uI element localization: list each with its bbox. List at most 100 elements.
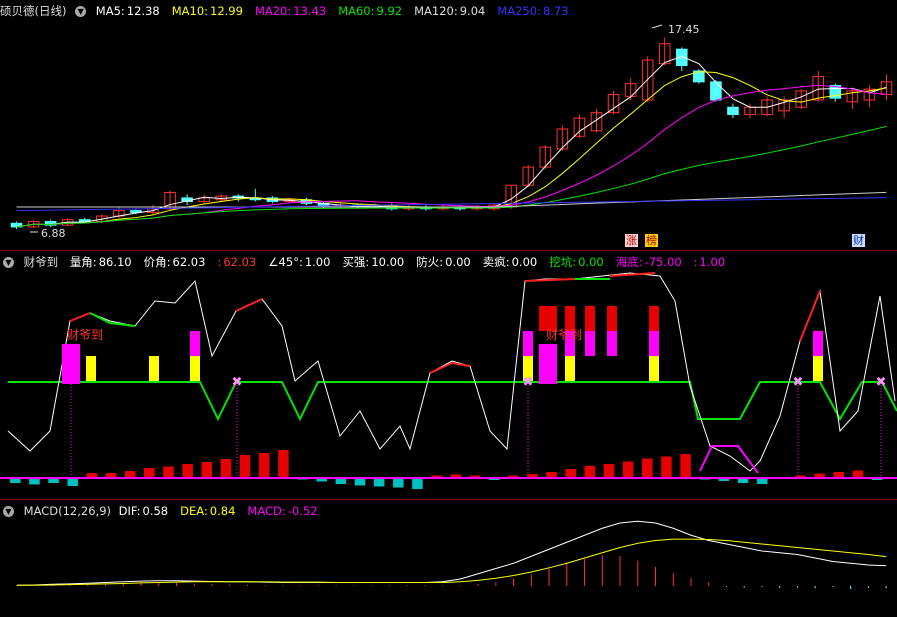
ma-line <box>16 55 887 228</box>
macd-value: -0.52 <box>287 504 318 518</box>
signal-cross-icon: ✖ <box>876 375 887 390</box>
ma-label: MA20: <box>254 4 292 18</box>
indicator-value: -75.00 <box>644 255 682 269</box>
signal-bar <box>190 331 200 356</box>
chevron-down-icon[interactable]: ▼ <box>3 506 14 517</box>
ma-value: 13.43 <box>293 4 327 18</box>
ma-label: MA5: <box>95 4 125 18</box>
macd-item: DEA: 0.84 <box>180 504 241 518</box>
indicator-item: :1.00 <box>694 255 731 269</box>
high-arrow <box>651 24 663 29</box>
oscillator-line <box>7 272 896 472</box>
signal-bar <box>62 344 80 384</box>
histogram-bar <box>642 458 653 478</box>
histogram-bar <box>603 464 615 478</box>
ma-label: MA120: <box>414 4 458 18</box>
histogram-bar <box>393 478 404 488</box>
ma250-line <box>16 197 887 212</box>
ma-item: MA120: 9.04 <box>414 4 491 18</box>
histogram-bar <box>182 464 193 478</box>
dif-line <box>16 520 887 586</box>
ma-item: MA10: 12.99 <box>172 4 249 18</box>
macd-header: ▼ MACD(12,26,9) DIF: 0.58 DEA: 0.84 MACD: -0.… <box>0 500 897 522</box>
signal-cross-icon: ✖ <box>232 375 243 390</box>
histogram-bar <box>354 478 366 486</box>
signal-bar <box>190 356 200 381</box>
ma-line <box>16 84 887 228</box>
macd-label: DIF: <box>118 504 141 518</box>
indicator-value: 10.00 <box>371 255 405 269</box>
indicator-label: 量角: <box>69 255 97 269</box>
ma-value: 9.04 <box>459 4 486 18</box>
indicator-label: : <box>217 255 222 269</box>
indicator-panel[interactable]: ✖ ✖ ✖ ✖ ▼ 财爷到 量角: 86.10 价角: 62.03:62.03 ∠45°: 1.… <box>0 251 897 500</box>
tag-bang[interactable]: 榜 <box>645 234 658 247</box>
ma-label: MA60: <box>338 4 375 18</box>
ma-label: MA250: <box>497 4 541 18</box>
indicator-label: : <box>693 255 698 269</box>
signal-bar <box>149 356 159 381</box>
histogram-bar <box>258 453 270 478</box>
macd-label: DEA: <box>180 504 208 518</box>
signal-bar <box>607 331 617 356</box>
signal-label: 财爷到 <box>67 328 104 342</box>
oscillator-green-seg <box>89 312 136 327</box>
price-chart[interactable] <box>0 0 897 251</box>
indicator-label: 海底: <box>615 255 643 269</box>
ma-item: MA20: 13.43 <box>255 4 332 18</box>
dea-line <box>16 538 887 586</box>
macd-label: MACD: <box>247 504 286 518</box>
high-price-label: 17.45 <box>668 23 700 36</box>
oscillator-red-seg <box>524 278 576 282</box>
ma-value: 9.92 <box>376 4 403 18</box>
signal-bar <box>86 356 96 381</box>
chevron-down-icon[interactable]: ▼ <box>3 257 14 268</box>
signal-bar <box>813 356 823 381</box>
indicator-item: :62.03 <box>217 255 262 269</box>
price-panel[interactable]: 硕贝德(日线) ▼ MA5: 12.38 MA10: 12.99 MA20: 13.43 M… <box>0 0 897 251</box>
histogram-bar <box>163 466 174 478</box>
tag-cai[interactable]: 财 <box>852 234 865 247</box>
signal-bar <box>813 331 823 356</box>
histogram-bar <box>584 466 596 478</box>
histogram-bar <box>680 454 691 478</box>
ma-line <box>16 71 887 228</box>
ma-label: MA10: <box>171 4 209 18</box>
indicator-item: 挖坑: 0.00 <box>549 255 609 269</box>
macd-value: 0.58 <box>142 504 169 518</box>
indicator-header: ▼ 财爷到 量角: 86.10 价角: 62.03:62.03 ∠45°: 1.00 买强:… <box>0 251 897 273</box>
ma-value: 12.99 <box>210 4 243 18</box>
macd-item: DIF: 0.58 <box>119 504 174 518</box>
signal-bar <box>585 306 595 331</box>
oscillator-red-seg <box>429 361 471 374</box>
tag-zhang[interactable]: 涨 <box>625 234 638 247</box>
ma-value: 8.73 <box>542 4 569 18</box>
histogram-bar <box>239 455 251 478</box>
macd-panel[interactable]: ▼ MACD(12,26,9) DIF: 0.58 DEA: 0.84 MACD: -0.… <box>0 500 897 617</box>
ma-item: MA250: 8.73 <box>497 4 574 18</box>
indicator-legend: 量角: 86.10 价角: 62.03:62.03 ∠45°: 1.00 买强: 10.00 防… <box>70 255 737 269</box>
histogram-bar <box>412 478 423 489</box>
low-price-label: 6.88 <box>41 227 66 240</box>
indicator-item: ∠45°: 1.00 <box>268 255 336 269</box>
chevron-down-icon[interactable]: ▼ <box>75 6 87 17</box>
signal-bar <box>649 306 659 331</box>
signal-cross-icon: ✖ <box>523 375 534 390</box>
histogram-bar <box>201 462 213 478</box>
indicator-value: 62.03 <box>172 255 206 269</box>
signal-bar <box>649 331 659 356</box>
indicator-value: 62.03 <box>223 255 257 269</box>
indicator-item: 买强: 10.00 <box>342 255 410 269</box>
indicator-value: 0.00 <box>511 255 538 269</box>
price-header: 硕贝德(日线) ▼ MA5: 12.38 MA10: 12.99 MA20: 13.43 M… <box>0 0 897 22</box>
histogram-bar <box>373 478 385 487</box>
indicator-chart[interactable]: ✖ ✖ ✖ ✖ <box>0 251 897 500</box>
indicator-value: 1.00 <box>304 255 331 269</box>
macd-item: MACD: -0.52 <box>247 504 323 518</box>
trough-line <box>699 445 759 474</box>
indicator-value: 1.00 <box>699 255 726 269</box>
indicator-value: 0.00 <box>578 255 604 269</box>
histogram-bar <box>144 468 155 478</box>
indicator-label: 价角: <box>143 255 171 269</box>
indicator-name: 财爷到 <box>23 255 59 269</box>
